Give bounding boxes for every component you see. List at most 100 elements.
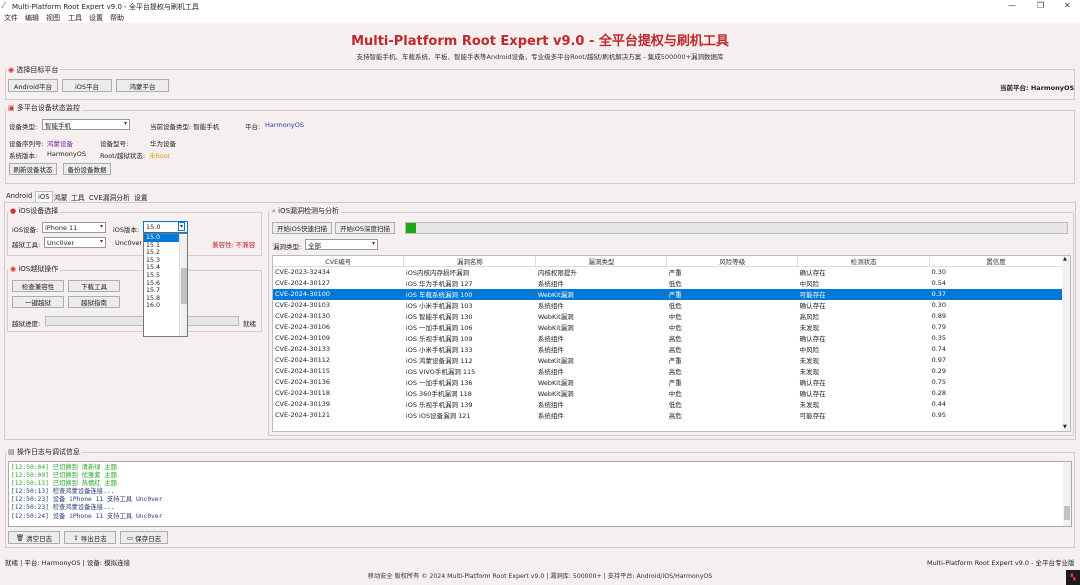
table-cell: 高危 — [668, 335, 682, 343]
table-cell: CVE-2024-30106 — [275, 323, 331, 331]
table-row[interactable]: CVE-2024-30133 iOS 小米手机漏洞 133 系统组件 高危 中风险 0.7… — [273, 344, 1063, 355]
log-line: [12:50:23] 设备 iPhone 11 支持工具 Unc0ver — [11, 496, 163, 504]
column-header[interactable]: 置信度 — [929, 256, 1063, 267]
export-icon: ⇪ — [73, 533, 79, 542]
vuln-type-select[interactable]: 全部 ▾ — [305, 239, 378, 250]
column-header[interactable]: 风险等级 — [666, 256, 799, 267]
column-header[interactable]: 检测状态 — [797, 256, 931, 267]
log-icon: ▤ — [8, 448, 15, 456]
table-cell: 确认存在 — [799, 302, 826, 310]
quick-scan-button[interactable]: 开始iOS快速扫描 — [272, 222, 332, 234]
android-platform-button[interactable]: Android平台 — [8, 79, 58, 92]
ios-device-select[interactable]: iPhone 11 ▾ — [42, 222, 106, 233]
deep-scan-button[interactable]: 开始iOS深度扫描 — [335, 222, 395, 234]
menu-view[interactable]: 视图 — [46, 13, 60, 23]
root-status-value: 未Root — [149, 152, 171, 160]
minimize-icon[interactable]: — — [1008, 1, 1016, 10]
device-type-select[interactable]: 智能手机 ▾ — [42, 119, 130, 130]
monitor-group-title: ▣ 多平台设备状态监控 — [6, 103, 82, 113]
close-icon[interactable]: ✕ — [1064, 1, 1071, 10]
chevron-down-icon: ▾ — [123, 120, 127, 127]
table-cell: iOS 智能手机漏洞 130 — [405, 313, 473, 321]
table-cell: 确认存在 — [799, 390, 826, 398]
download-tool-button[interactable]: 下载工具 — [68, 280, 120, 292]
scroll-down-icon[interactable]: ▼ — [1063, 424, 1067, 430]
column-header[interactable]: CVE编号 — [273, 256, 405, 267]
table-row[interactable]: CVE-2024-30136 iOS 一加手机漏洞 136 WebKit漏洞 严重 确认… — [273, 377, 1063, 388]
table-cell: CVE-2024-30130 — [275, 312, 331, 320]
jb-guide-button[interactable]: 越狱指南 — [68, 296, 120, 308]
menu-tools[interactable]: 工具 — [68, 13, 82, 23]
table-row[interactable]: CVE-2023-32434 iOS内核内存损坏漏洞 内核权限提升 严重 确认存在 0.3… — [273, 267, 1063, 278]
table-cell: 内核权限提升 — [537, 269, 577, 278]
menu-edit[interactable]: 编辑 — [25, 13, 39, 23]
vuln-group-title: ⌕ iOS漏洞检测与分析 — [270, 206, 342, 216]
table-cell: 0.75 — [931, 378, 947, 386]
menu-settings[interactable]: 设置 — [89, 13, 103, 23]
column-header[interactable]: 漏洞名称 — [403, 256, 537, 267]
table-cell: 中风险 — [799, 346, 820, 354]
table-row[interactable]: CVE-2024-30139 iOS 乐视手机漏洞 139 系统组件 低危 未发现 0.4… — [273, 399, 1063, 410]
table-row[interactable]: CVE-2024-30106 iOS 一加手机漏洞 106 WebKit漏洞 中危 未发… — [273, 322, 1063, 333]
maximize-icon[interactable]: ❐ — [1037, 1, 1044, 10]
log-line: [12:50:09] 已切换到 优雅紫 主题 — [11, 472, 117, 480]
unlock-icon: ◉ — [10, 265, 17, 273]
tab-harmony[interactable]: 鸿蒙 — [52, 191, 70, 202]
menu-help[interactable]: 帮助 — [110, 13, 124, 23]
check-compat-button[interactable]: 检查兼容性 — [12, 280, 64, 292]
table-cell: iOS iOS设备漏洞 121 — [405, 412, 471, 420]
column-header[interactable]: 漏洞类型 — [535, 256, 668, 267]
table-cell: iOS 华为手机漏洞 127 — [405, 280, 473, 288]
dropdown-scrollbar[interactable] — [179, 234, 187, 336]
table-row[interactable]: CVE-2024-30118 iOS 360手机漏洞 118 WebKit漏洞 中危 确… — [273, 388, 1063, 399]
table-row[interactable]: CVE-2024-30112 iOS 鸿蒙设备漏洞 112 WebKit漏洞 严重 未发… — [273, 355, 1063, 366]
cve-table-scrollbar[interactable]: ▲ ▼ — [1062, 256, 1070, 431]
tab-tools[interactable]: 工具 — [69, 191, 87, 202]
jb-tool-select[interactable]: Unc0ver ▾ — [44, 237, 106, 248]
dropdown-scroll-thumb[interactable] — [181, 268, 187, 304]
table-row[interactable]: CVE-2024-30115 iOS VIVO手机漏洞 115 系统组件 高危 未发现 0… — [273, 366, 1063, 377]
target-icon: ◉ — [8, 66, 15, 74]
table-row[interactable]: CVE-2024-30100 iOS 车载系统漏洞 100 WebKit漏洞 严重 可能… — [273, 288, 1063, 300]
clear-log-button[interactable]: 🗑 清空日志 — [8, 531, 60, 544]
table-cell: CVE-2024-30127 — [275, 279, 331, 287]
scroll-up-icon[interactable]: ▲ — [1063, 256, 1067, 262]
table-row[interactable]: CVE-2024-30127 iOS 华为手机漏洞 127 系统组件 低危 中风险 0.5… — [273, 278, 1063, 289]
table-cell: 系统组件 — [537, 412, 564, 420]
ios-platform-button[interactable]: iOS平台 — [62, 79, 112, 92]
table-cell: CVE-2024-30121 — [275, 411, 331, 419]
refresh-device-button[interactable]: 刷新设备状态 — [9, 163, 57, 175]
table-cell: 0.97 — [931, 356, 947, 364]
tab-settings[interactable]: 设置 — [132, 191, 150, 202]
log-output[interactable]: [12:50:04] 已切换到 清新绿 主题 [12:50:09] 已切换到 优… — [8, 461, 1072, 527]
tab-android[interactable]: Android — [4, 191, 34, 202]
save-log-button[interactable]: ▭ 保存日志 — [120, 531, 168, 544]
model-value: 华为设备 — [150, 140, 176, 148]
table-cell: 高危 — [668, 368, 682, 376]
table-cell: WebKit漏洞 — [537, 379, 574, 387]
table-cell: iOS 小米手机漏洞 133 — [405, 346, 473, 354]
log-scroll-thumb[interactable] — [1064, 506, 1070, 520]
table-row[interactable]: CVE-2024-30103 iOS 小米手机漏洞 103 系统组件 低危 确认存在 0.… — [273, 300, 1063, 311]
one-click-jb-button[interactable]: 一键越狱 — [12, 296, 64, 308]
tab-ios[interactable]: iOS — [35, 191, 53, 202]
table-cell: CVE-2024-30100 — [273, 288, 404, 300]
table-row[interactable]: CVE-2024-30121 iOS iOS设备漏洞 121 系统组件 高危 可能存在 0… — [273, 410, 1063, 421]
harmony-platform-button[interactable]: 鸿蒙平台 — [116, 79, 169, 92]
ios-device-group — [7, 212, 262, 256]
table-row[interactable]: CVE-2024-30109 iOS 乐视手机漏洞 109 系统组件 高危 确认存在 0.… — [273, 333, 1063, 344]
table-cell: iOS 乐视手机漏洞 109 — [405, 335, 473, 343]
tab-cve-analysis[interactable]: CVE漏洞分析 — [87, 191, 132, 202]
table-row[interactable]: CVE-2024-30130 iOS 智能手机漏洞 130 WebKit漏洞 中危 高风… — [273, 311, 1063, 322]
table-cell: 0.30 — [931, 301, 947, 309]
ios-version-select[interactable]: 15.0 ▾ — [143, 221, 188, 233]
scan-progress-fill — [406, 223, 416, 233]
table-cell: 系统组件 — [537, 368, 564, 376]
table-cell: 未发现 — [799, 368, 820, 376]
menu-bar: 文件 编辑 视图 工具 设置 帮助 — [0, 12, 1080, 23]
log-scrollbar[interactable] — [1063, 462, 1071, 526]
menu-file[interactable]: 文件 — [4, 13, 18, 23]
export-log-button[interactable]: ⇪ 导出日志 — [64, 531, 116, 544]
table-cell: CVE-2024-30115 — [275, 367, 331, 375]
backup-device-button[interactable]: 备份设备数据 — [63, 163, 111, 175]
